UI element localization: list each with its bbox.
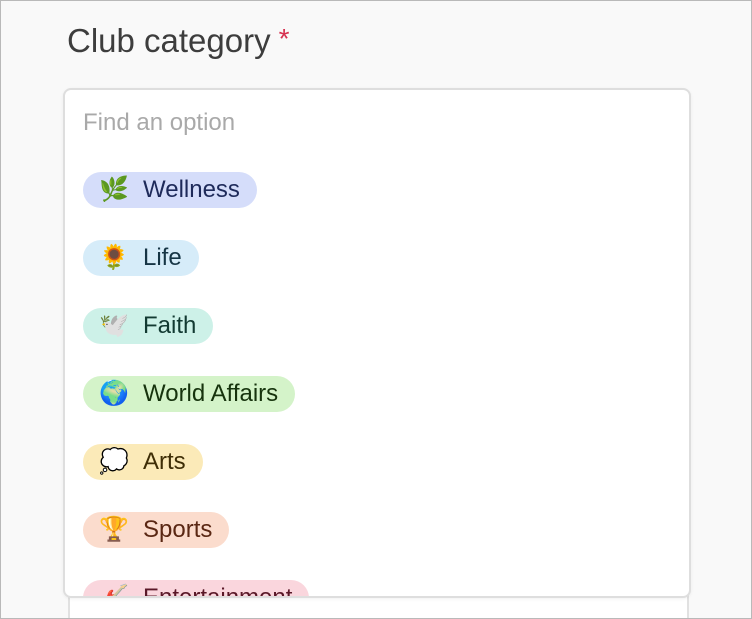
option-pill-wellness[interactable]: 🌿 Wellness <box>83 172 257 208</box>
option-label: Arts <box>143 448 186 475</box>
option-pill-world-affairs[interactable]: 🌍 World Affairs <box>83 376 296 412</box>
sunflower-icon: 🌻 <box>99 244 129 271</box>
globe-icon: 🌍 <box>99 380 129 407</box>
trophy-icon: 🏆 <box>99 516 129 543</box>
guitar-icon: 🎸 <box>99 584 129 598</box>
option-label: World Affairs <box>143 380 279 407</box>
field-label: Club category * <box>67 21 290 63</box>
form-frame: Club category* 🌿 Wellness 🌻 Life 🕊️ Faith 🌍 Wor… <box>0 0 752 619</box>
field-label-text: Club category <box>67 22 271 59</box>
dove-icon: 🕊️ <box>99 312 129 339</box>
herb-icon: 🌿 <box>99 176 129 203</box>
required-asterisk: * <box>278 23 290 54</box>
option-label: Wellness <box>143 176 240 203</box>
option-pill-arts[interactable]: 💭 Arts <box>83 444 203 480</box>
option-item: 🌻 Life <box>83 240 309 276</box>
option-item: 🌍 World Affairs <box>83 376 309 412</box>
option-pill-life[interactable]: 🌻 Life <box>83 240 199 276</box>
option-label: Entertainment <box>143 584 293 598</box>
option-list: 🌿 Wellness 🌻 Life 🕊️ Faith 🌍 World Affairs 💭 Arts… <box>83 172 310 598</box>
option-pill-faith[interactable]: 🕊️ Faith <box>83 308 214 344</box>
option-item: 🕊️ Faith <box>83 308 309 344</box>
option-item: 🏆 Sports <box>83 512 309 548</box>
option-item: 🌿 Wellness <box>83 172 309 208</box>
option-pill-entertainment[interactable]: 🎸 Entertainment <box>83 580 310 598</box>
category-dropdown: 🌿 Wellness 🌻 Life 🕊️ Faith 🌍 World Affairs 💭 Arts… <box>63 88 691 598</box>
option-label: Life <box>143 244 182 271</box>
option-pill-sports[interactable]: 🏆 Sports <box>83 512 230 548</box>
option-search-input[interactable] <box>83 106 643 140</box>
option-label: Sports <box>143 516 213 543</box>
option-label: Faith <box>143 312 197 339</box>
thought-bubble-icon: 💭 <box>99 448 129 475</box>
option-item: 🎸 Entertainment <box>83 580 310 598</box>
option-item: 💭 Arts <box>83 444 309 480</box>
